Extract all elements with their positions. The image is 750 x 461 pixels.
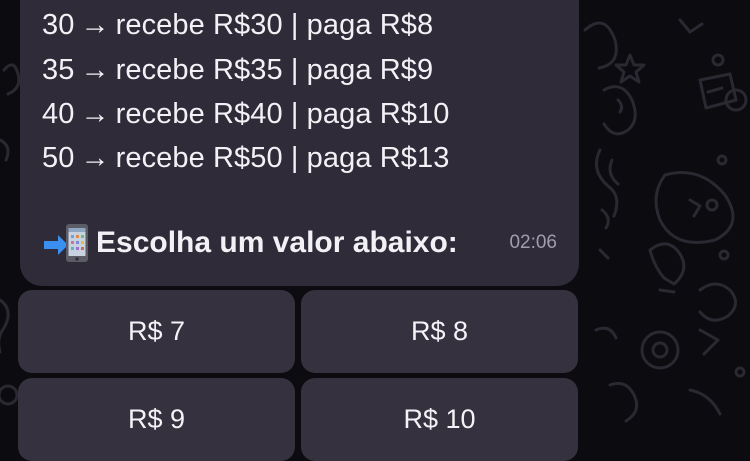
mobile-phone-arrow-icon	[42, 223, 92, 263]
right-arrow-icon: →	[80, 54, 110, 86]
price-line-text: recebe R$30 | paga R$8	[115, 9, 434, 41]
price-line-qty: 35	[42, 54, 75, 86]
price-line-30: 30 → recebe R$30 | paga R$8	[42, 9, 433, 42]
right-arrow-icon: →	[80, 142, 110, 174]
choose-value-text: Escolha um valor abaixo:	[96, 226, 458, 259]
price-line-text: recebe R$50 | paga R$13	[115, 142, 450, 174]
message-timestamp: 02:06	[509, 232, 557, 253]
price-line-text: recebe R$35 | paga R$9	[115, 54, 434, 86]
value-button-8[interactable]: R$ 8	[301, 290, 578, 373]
message-bubble: 30 → recebe R$30 | paga R$8 35 → recebe R$35…	[20, 0, 579, 286]
price-line-40: 40 → recebe R$40 | paga R$10	[42, 98, 449, 131]
choose-value-prompt: Escolha um valor abaixo:	[42, 223, 458, 263]
right-arrow-icon: →	[80, 9, 110, 41]
price-line-qty: 40	[42, 98, 75, 130]
right-arrow-icon: →	[80, 98, 110, 130]
price-line-text: recebe R$40 | paga R$10	[115, 98, 450, 130]
price-line-qty: 50	[42, 142, 75, 174]
price-line-qty: 30	[42, 9, 75, 41]
price-line-50: 50 → recebe R$50 | paga R$13	[42, 142, 449, 175]
value-button-10[interactable]: R$ 10	[301, 378, 578, 461]
price-line-35: 35 → recebe R$35 | paga R$9	[42, 54, 433, 87]
value-button-9[interactable]: R$ 9	[18, 378, 295, 461]
value-button-7[interactable]: R$ 7	[18, 290, 295, 373]
